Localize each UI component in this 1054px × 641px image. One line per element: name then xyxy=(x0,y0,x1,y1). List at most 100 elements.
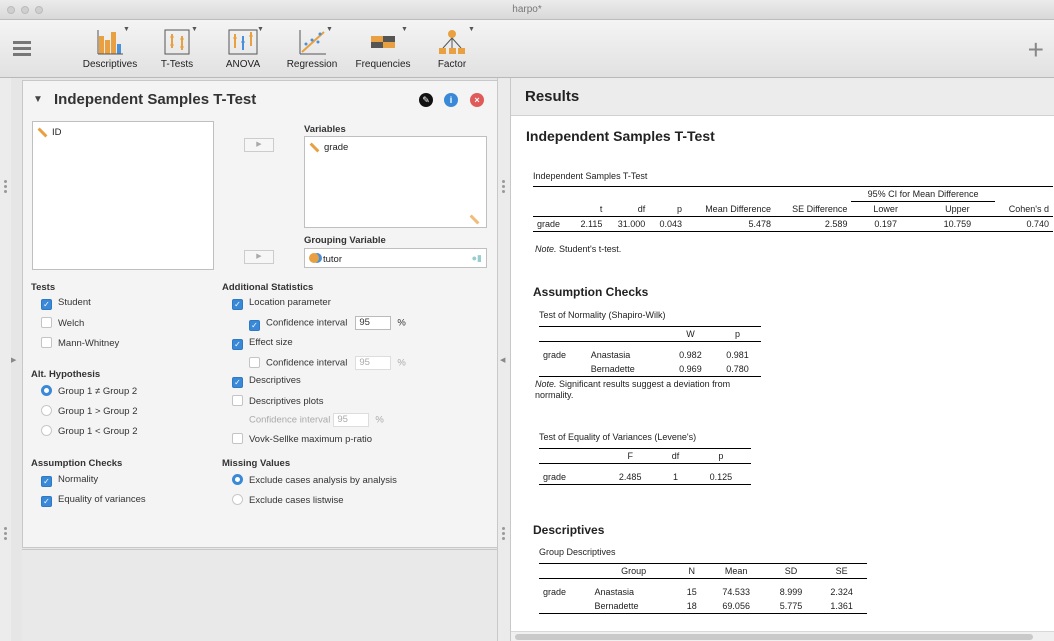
anova-label: ANOVA xyxy=(225,59,261,70)
drag-handle-icon[interactable] xyxy=(4,527,7,542)
nominal-var-icon xyxy=(309,253,319,263)
location-parameter-checkbox[interactable]: ✓ Location parameter xyxy=(232,297,331,310)
assumption-checks-label: Assumption Checks xyxy=(31,458,123,469)
normality-note: Note. Significant results suggest a devi… xyxy=(535,379,731,400)
results-title: Results xyxy=(525,88,580,105)
horizontal-scrollbar[interactable] xyxy=(511,631,1054,641)
hyp-greater-radio[interactable]: Group 1 > Group 2 xyxy=(41,405,137,417)
descriptives-plots-checkbox[interactable]: Descriptives plots xyxy=(232,395,323,407)
factor-icon: ▼ xyxy=(428,26,476,56)
descriptives-button[interactable]: ▼ Descriptives xyxy=(80,26,140,70)
list-item[interactable]: grade xyxy=(309,142,348,153)
source-variables-list[interactable]: ID xyxy=(32,121,214,270)
grouping-variable-field[interactable]: tutor ●▮ xyxy=(304,248,487,268)
table-row: grade 2.115 31.000 0.043 5.478 2.589 0.1… xyxy=(533,217,1053,232)
results-header: Results xyxy=(511,78,1054,116)
info-icon[interactable]: i xyxy=(444,93,458,107)
descriptives-title: Descriptives xyxy=(533,523,605,537)
vovk-sellke-checkbox[interactable]: Vovk-Sellke maximum p-ratio xyxy=(232,433,372,445)
table-header: t xyxy=(599,203,603,214)
nominal-type-icon: ●▮ xyxy=(471,253,482,263)
table-header: Lower xyxy=(873,204,898,214)
table-header: SD xyxy=(784,566,798,576)
regression-button[interactable]: ▼ Regression xyxy=(280,26,344,70)
ttests-icon: ▼ xyxy=(150,26,204,56)
additional-statistics-label: Additional Statistics xyxy=(222,282,314,293)
table-row: Bernadette 18 69.056 5.775 1.361 xyxy=(539,599,867,613)
table-header: Mean xyxy=(724,566,748,576)
factor-button[interactable]: ▼ Factor xyxy=(428,26,476,70)
ttests-label: T-Tests xyxy=(160,59,194,70)
expand-left-icon[interactable]: ▶ xyxy=(11,356,16,364)
effect-ci-checkbox[interactable]: Confidence interval 95% xyxy=(249,356,406,370)
hyp-not-equal-radio[interactable]: Group 1 ≠ Group 2 xyxy=(41,385,137,397)
list-item[interactable]: tutor xyxy=(309,253,342,265)
effect-ci-input[interactable]: 95 xyxy=(355,356,392,370)
welch-checkbox[interactable]: Welch xyxy=(41,317,84,329)
list-item[interactable]: ID xyxy=(37,127,62,138)
table-header: SE Difference xyxy=(792,203,848,214)
normality-caption: Test of Normality (Shapiro-Wilk) xyxy=(539,310,666,320)
location-ci-input[interactable]: 95 xyxy=(355,316,392,330)
continuous-type-icon xyxy=(469,214,480,225)
close-analysis-icon[interactable]: × xyxy=(470,93,484,107)
student-checkbox[interactable]: ✓ Student xyxy=(41,297,91,310)
collapse-triangle-icon[interactable]: ▼ xyxy=(33,94,43,105)
drag-handle-icon[interactable] xyxy=(4,180,7,195)
table-header: SE xyxy=(835,566,848,576)
table-header: Cohen's d xyxy=(1008,203,1049,214)
results-panel: Results Independent Samples T-Test Indep… xyxy=(511,78,1054,631)
table-header: N xyxy=(688,566,696,576)
move-to-variables-button[interactable]: ▶ xyxy=(244,138,274,152)
effect-size-checkbox[interactable]: ✓ Effect size xyxy=(232,337,293,350)
descriptives-checkbox[interactable]: ✓ Descriptives xyxy=(232,375,301,388)
ttest-caption: Independent Samples T-Test xyxy=(533,171,648,181)
plots-ci-field: Confidence interval 95% xyxy=(249,413,384,427)
editor-title: Independent Samples T-Test xyxy=(54,91,257,108)
location-ci-checkbox[interactable]: ✓ Confidence interval 95% xyxy=(249,316,406,331)
table-header: F xyxy=(627,451,633,461)
ttest-note: Note. Student's t-test. xyxy=(535,244,622,254)
normality-table: W p grade Anastasia 0.982 0.981 Bernadet… xyxy=(539,326,761,377)
edit-pencil-icon[interactable]: ✎ xyxy=(419,93,433,107)
table-header: Upper xyxy=(945,204,970,214)
variables-label: Variables xyxy=(304,124,346,135)
checkmark-icon: ✓ xyxy=(41,299,52,310)
window-titlebar: harpo* xyxy=(0,0,1054,20)
normality-checkbox[interactable]: ✓ Normality xyxy=(41,474,98,487)
levene-caption: Test of Equality of Variances (Levene's) xyxy=(539,432,697,442)
assumption-checks-title: Assumption Checks xyxy=(533,285,649,299)
editor-empty-area xyxy=(22,549,504,641)
equality-variances-checkbox[interactable]: ✓ Equality of variances xyxy=(41,494,146,507)
table-row: grade Anastasia 0.982 0.981 xyxy=(543,349,749,360)
table-row: grade Anastasia 15 74.533 8.999 2.324 xyxy=(543,586,853,597)
exclude-listwise-radio[interactable]: Exclude cases listwise xyxy=(232,494,344,506)
collapse-left-icon[interactable]: ◀ xyxy=(500,356,505,364)
drag-handle-icon[interactable] xyxy=(502,180,505,195)
descriptives-label: Descriptives xyxy=(82,59,138,70)
ttests-button[interactable]: ▼ T-Tests xyxy=(150,26,204,70)
frequencies-label: Frequencies xyxy=(355,59,411,70)
plots-ci-input[interactable]: 95 xyxy=(333,413,370,427)
add-module-button[interactable]: + xyxy=(1028,34,1044,66)
grouping-variable-label: Grouping Variable xyxy=(304,235,386,246)
table-header: df xyxy=(637,203,646,214)
drag-handle-icon[interactable] xyxy=(502,527,505,542)
variables-list[interactable]: grade xyxy=(304,136,487,228)
anova-icon: ▼ xyxy=(216,26,270,56)
table-header: p xyxy=(677,203,683,214)
anova-button[interactable]: ▼ ANOVA xyxy=(216,26,270,70)
move-to-grouping-button[interactable]: ▶ xyxy=(244,250,274,264)
hyp-less-radio[interactable]: Group 1 < Group 2 xyxy=(41,425,137,437)
menu-icon[interactable] xyxy=(13,41,31,57)
mann-whitney-checkbox[interactable]: Mann-Whitney xyxy=(41,337,119,349)
regression-icon: ▼ xyxy=(280,26,344,56)
results-analysis-title: Independent Samples T-Test xyxy=(526,128,715,144)
table-row: Bernadette 0.969 0.780 xyxy=(539,362,761,376)
ttest-table: 95% CI for Mean Difference t df p Mean D… xyxy=(533,186,1053,232)
frequencies-button[interactable]: ▼ Frequencies xyxy=(350,26,416,70)
alt-hypothesis-label: Alt. Hypothesis xyxy=(31,369,101,380)
scrollbar-thumb[interactable] xyxy=(515,634,1033,640)
exclude-analysis-radio[interactable]: Exclude cases analysis by analysis xyxy=(232,474,397,486)
table-header: Group xyxy=(621,566,647,576)
